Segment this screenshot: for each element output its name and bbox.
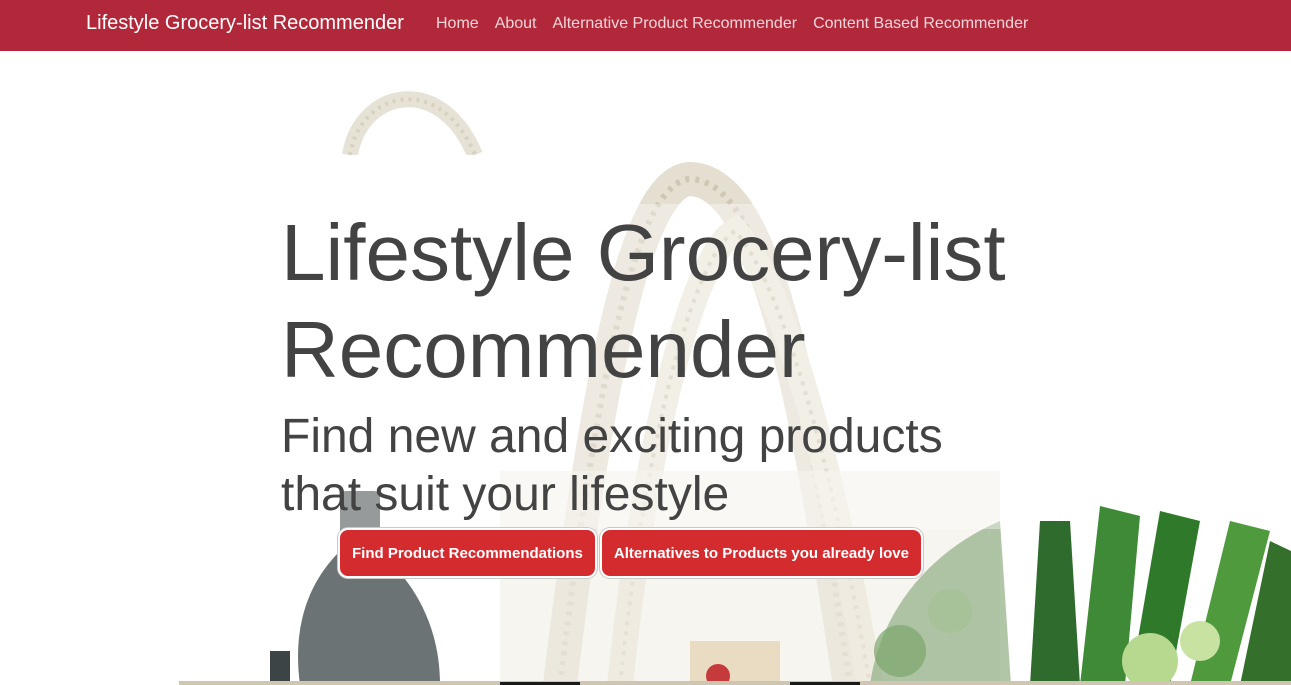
nav-link-home[interactable]: Home [428,14,487,33]
hero-buttons: Find Product Recommendations Alternative… [338,528,926,578]
navbar-brand[interactable]: Lifestyle Grocery-list Recommender [86,12,404,35]
nav-link-about[interactable]: About [487,14,545,33]
page-title: Lifestyle Grocery-list Recommender [281,208,1006,394]
alternatives-to-products-button[interactable]: Alternatives to Products you already lov… [599,528,923,578]
find-product-recommendations-button[interactable]: Find Product Recommendations [338,528,597,578]
nav-link-alternative-product-recommender[interactable]: Alternative Product Recommender [545,14,806,33]
page-subtitle: Find new and exciting products that suit… [281,410,943,521]
nav-links: Home About Alternative Product Recommend… [428,14,1036,33]
navbar: Lifestyle Grocery-list Recommender Home … [0,0,1291,51]
nav-link-content-based-recommender[interactable]: Content Based Recommender [805,14,1036,33]
jumbotron: Lifestyle Grocery-list Recommender Find … [281,204,1021,524]
